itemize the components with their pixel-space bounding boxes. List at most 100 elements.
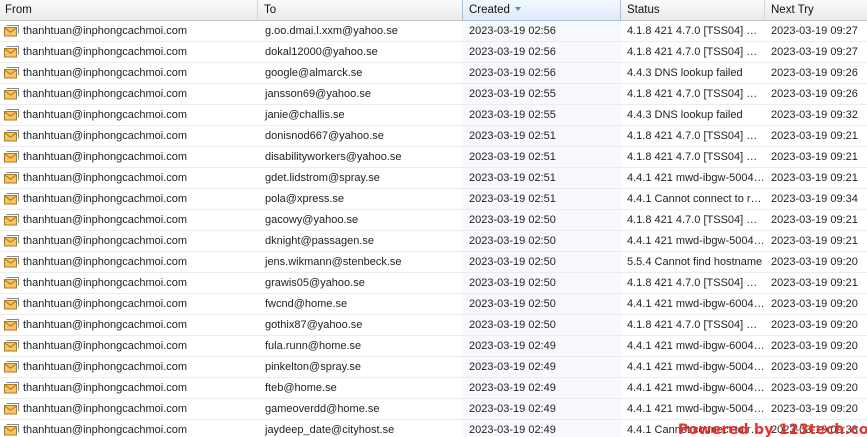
cell-created: 2023-03-19 02:49 xyxy=(463,420,621,437)
cell-to: gothix87@yahoo.se xyxy=(265,319,363,331)
cell-status: 4.1.8 421 4.7.0 [TSS04] Messages from 10… xyxy=(627,319,765,331)
cell-from: thanhtuan@inphongcachmoi.com xyxy=(23,88,188,100)
cell-created: 2023-03-19 02:50 xyxy=(463,315,621,335)
cell-created: 2023-03-19 02:49 xyxy=(463,336,621,356)
cell-from: thanhtuan@inphongcachmoi.com xyxy=(23,361,188,373)
table-row[interactable]: thanhtuan@inphongcachmoi.com gdet.lidstro… xyxy=(0,168,867,189)
cell-next-try: 2023-03-19 09:27 xyxy=(771,46,858,58)
cell-next-try: 2023-03-19 09:20 xyxy=(771,298,858,310)
cell-status: 4.4.1 421 mwd-ibgw-5004a.ext.cloudfilter… xyxy=(627,361,765,373)
cell-to: pola@xpress.se xyxy=(265,193,345,205)
cell-status: 4.1.8 421 4.7.0 [TSS04] Messages from 10… xyxy=(627,46,765,58)
column-header-to-label: To xyxy=(264,4,277,16)
table-row[interactable]: thanhtuan@inphongcachmoi.com fteb@home.se… xyxy=(0,378,867,399)
cell-created: 2023-03-19 02:51 xyxy=(463,147,621,167)
cell-created: 2023-03-19 02:49 xyxy=(463,357,621,377)
cell-from: thanhtuan@inphongcachmoi.com xyxy=(23,256,188,268)
column-header-to[interactable]: To xyxy=(258,0,463,21)
cell-status: 4.1.8 421 4.7.0 [TSS04] Messages from 10… xyxy=(627,25,765,37)
table-row[interactable]: thanhtuan@inphongcachmoi.com g.oo.dmai.l.… xyxy=(0,21,867,42)
cell-to: pinkelton@spray.se xyxy=(265,361,361,373)
table-row[interactable]: thanhtuan@inphongcachmoi.com fwcnd@home.s… xyxy=(0,294,867,315)
cell-created: 2023-03-19 02:50 xyxy=(463,210,621,230)
column-header-created-label: Created xyxy=(469,4,510,16)
cell-next-try: 2023-03-19 09:21 xyxy=(771,235,858,247)
cell-created: 2023-03-19 02:56 xyxy=(463,21,621,41)
cell-status: 4.1.8 421 4.7.0 [TSS04] Messages from 10… xyxy=(627,277,765,289)
watermark: Powered by 123tech.com xyxy=(678,422,867,437)
cell-created: 2023-03-19 02:56 xyxy=(463,63,621,83)
cell-next-try: 2023-03-19 09:20 xyxy=(771,319,858,331)
cell-next-try: 2023-03-19 09:20 xyxy=(771,340,858,352)
table-row[interactable]: thanhtuan@inphongcachmoi.com jansson69@ya… xyxy=(0,84,867,105)
cell-created: 2023-03-19 02:55 xyxy=(463,105,621,125)
cell-created: 2023-03-19 02:50 xyxy=(463,252,621,272)
cell-status: 4.4.3 DNS lookup failed xyxy=(627,109,743,121)
cell-to: fwcnd@home.se xyxy=(265,298,348,310)
cell-next-try: 2023-03-19 09:32 xyxy=(771,109,858,121)
column-header-from[interactable]: From xyxy=(0,0,258,21)
table-row[interactable]: thanhtuan@inphongcachmoi.com gothix87@yah… xyxy=(0,315,867,336)
cell-next-try: 2023-03-19 09:20 xyxy=(771,382,858,394)
cell-from: thanhtuan@inphongcachmoi.com xyxy=(23,403,188,415)
cell-next-try: 2023-03-19 09:26 xyxy=(771,67,858,79)
cell-to: jaydeep_date@cityhost.se xyxy=(265,424,395,436)
table-row[interactable]: thanhtuan@inphongcachmoi.com pinkelton@sp… xyxy=(0,357,867,378)
table-row[interactable]: thanhtuan@inphongcachmoi.com dokal12000@y… xyxy=(0,42,867,63)
grid-header: From To Created Status Next Try xyxy=(0,0,867,21)
cell-from: thanhtuan@inphongcachmoi.com xyxy=(23,193,188,205)
column-header-from-label: From xyxy=(5,4,32,16)
cell-from: thanhtuan@inphongcachmoi.com xyxy=(23,109,188,121)
cell-status: 4.4.1 421 mwd-ibgw-6004a.ext.cloudfilter… xyxy=(627,382,765,394)
cell-to: jansson69@yahoo.se xyxy=(265,88,371,100)
cell-next-try: 2023-03-19 09:26 xyxy=(771,88,858,100)
cell-from: thanhtuan@inphongcachmoi.com xyxy=(23,46,188,58)
cell-created: 2023-03-19 02:49 xyxy=(463,378,621,398)
cell-next-try: 2023-03-19 09:20 xyxy=(771,256,858,268)
cell-status: 4.4.1 421 mwd-ibgw-5004a.ext.cloudfilter… xyxy=(627,235,765,247)
cell-status: 4.4.1 421 mwd-ibgw-5004a.ext.cloudfilter… xyxy=(627,403,765,415)
cell-from: thanhtuan@inphongcachmoi.com xyxy=(23,382,188,394)
table-row[interactable]: thanhtuan@inphongcachmoi.com gameoverdd@h… xyxy=(0,399,867,420)
table-row[interactable]: thanhtuan@inphongcachmoi.com dknight@pass… xyxy=(0,231,867,252)
cell-from: thanhtuan@inphongcachmoi.com xyxy=(23,172,188,184)
cell-status: 4.1.8 421 4.7.0 [TSS04] Messages from 10… xyxy=(627,130,765,142)
cell-to: gacowy@yahoo.se xyxy=(265,214,359,226)
table-row[interactable]: thanhtuan@inphongcachmoi.com disabilitywo… xyxy=(0,147,867,168)
table-row[interactable]: thanhtuan@inphongcachmoi.com fula.runn@ho… xyxy=(0,336,867,357)
cell-created: 2023-03-19 02:55 xyxy=(463,84,621,104)
table-row[interactable]: thanhtuan@inphongcachmoi.com google@almar… xyxy=(0,63,867,84)
cell-to: fula.runn@home.se xyxy=(265,340,362,352)
cell-created: 2023-03-19 02:50 xyxy=(463,294,621,314)
table-row[interactable]: thanhtuan@inphongcachmoi.com grawis05@yah… xyxy=(0,273,867,294)
cell-status: 4.4.1 Cannot connect to remote server xyxy=(627,193,765,205)
cell-to: disabilityworkers@yahoo.se xyxy=(265,151,402,163)
cell-next-try: 2023-03-19 09:21 xyxy=(771,172,858,184)
cell-next-try: 2023-03-19 09:34 xyxy=(771,193,858,205)
table-row[interactable]: thanhtuan@inphongcachmoi.com donisnod667@… xyxy=(0,126,867,147)
table-row[interactable]: thanhtuan@inphongcachmoi.com pola@xpress.… xyxy=(0,189,867,210)
cell-from: thanhtuan@inphongcachmoi.com xyxy=(23,235,188,247)
table-row[interactable]: thanhtuan@inphongcachmoi.com jens.wikmann… xyxy=(0,252,867,273)
cell-to: jens.wikmann@stenbeck.se xyxy=(265,256,402,268)
cell-from: thanhtuan@inphongcachmoi.com xyxy=(23,340,188,352)
cell-next-try: 2023-03-19 09:20 xyxy=(771,403,858,415)
cell-from: thanhtuan@inphongcachmoi.com xyxy=(23,130,188,142)
cell-to: grawis05@yahoo.se xyxy=(265,277,365,289)
cell-next-try: 2023-03-19 09:21 xyxy=(771,214,858,226)
grid-body: thanhtuan@inphongcachmoi.com g.oo.dmai.l.… xyxy=(0,21,867,437)
cell-to: google@almarck.se xyxy=(265,67,363,79)
table-row[interactable]: thanhtuan@inphongcachmoi.com gacowy@yahoo… xyxy=(0,210,867,231)
cell-to: dknight@passagen.se xyxy=(265,235,375,247)
cell-to: gameoverdd@home.se xyxy=(265,403,380,415)
cell-next-try: 2023-03-19 09:21 xyxy=(771,151,858,163)
column-header-created[interactable]: Created xyxy=(462,0,621,21)
table-row[interactable]: thanhtuan@inphongcachmoi.com janie@challi… xyxy=(0,105,867,126)
cell-from: thanhtuan@inphongcachmoi.com xyxy=(23,319,188,331)
sort-descending-icon xyxy=(514,6,521,11)
column-header-status[interactable]: Status xyxy=(621,0,765,21)
queue-grid: From To Created Status Next Try thanhtua… xyxy=(0,0,867,437)
column-header-next-try[interactable]: Next Try xyxy=(765,0,867,21)
cell-next-try: 2023-03-19 09:27 xyxy=(771,25,858,37)
cell-to: g.oo.dmai.l.xxm@yahoo.se xyxy=(265,25,398,37)
